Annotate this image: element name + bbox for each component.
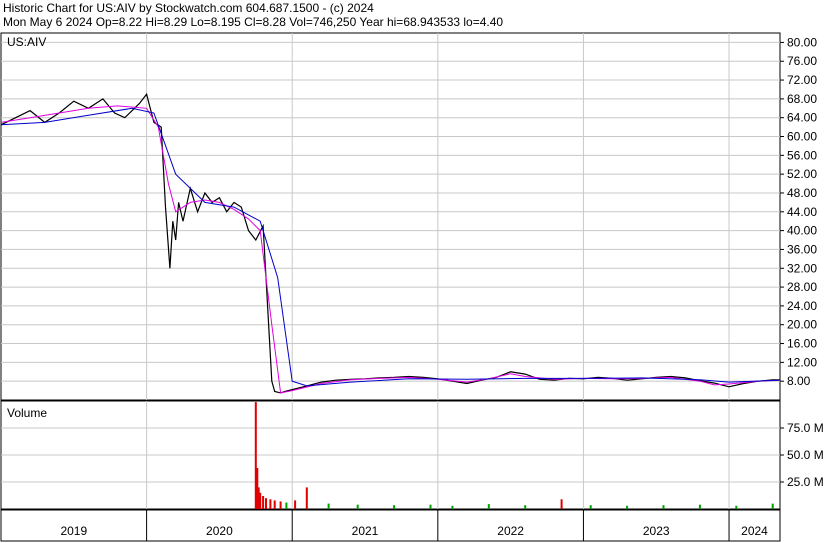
volume-bar (265, 498, 267, 509)
price-tick-label: 72.00 (787, 73, 817, 87)
volume-bar (327, 503, 330, 509)
price-tick-label: 48.00 (787, 186, 817, 200)
volume-bar (259, 492, 262, 509)
volume-panel: 75.0 M 50.0 M 25.0 M Volume (0, 400, 824, 510)
price-tick-label: 68.00 (787, 92, 817, 106)
volume-bar (285, 502, 288, 509)
price-tick-label: 20.00 (787, 318, 817, 332)
header-title: Historic Chart for US:AIV by Stockwatch.… (3, 1, 374, 15)
volume-tick-label: 75.0 M (787, 421, 824, 435)
price-tick-label: 56.00 (787, 148, 817, 162)
x-tick-label: 2020 (206, 524, 233, 538)
volume-tick-label: 25.0 M (787, 475, 824, 489)
price-tick-label: 60.00 (787, 130, 817, 144)
volume-bar (626, 505, 629, 509)
volume-panel-label: Volume (7, 406, 47, 420)
volume-bar (451, 505, 454, 509)
price-tick-label: 32.00 (787, 261, 817, 275)
x-axis: 2019 2020 2021 2022 2023 2024 (0, 509, 781, 542)
volume-bar (487, 504, 490, 509)
price-tick-label: 40.00 (787, 224, 817, 238)
volume-bar (771, 503, 774, 509)
price-y-axis: 80.00 76.00 72.00 68.00 64.00 60.00 56.00 52.00… (780, 35, 817, 388)
volume-bar (279, 501, 282, 509)
x-tick-label: 2022 (497, 524, 524, 538)
price-tick-label: 80.00 (787, 35, 817, 49)
volume-bar (262, 496, 265, 509)
volume-bar (662, 505, 665, 509)
volume-bar (589, 505, 592, 509)
volume-y-axis: 75.0 M 50.0 M 25.0 M (780, 421, 824, 489)
x-tick-label: 2019 (60, 524, 87, 538)
price-panel-label: US:AIV (7, 35, 46, 49)
price-tick-label: 12.00 (787, 355, 817, 369)
price-tick-label: 16.00 (787, 337, 817, 351)
price-tick-label: 44.00 (787, 205, 817, 219)
volume-bar (294, 500, 297, 509)
price-tick-label: 64.00 (787, 111, 817, 125)
volume-tick-label: 50.0 M (787, 448, 824, 462)
price-tick-label: 76.00 (787, 54, 817, 68)
price-tick-label: 36.00 (787, 242, 817, 256)
price-tick-label: 52.00 (787, 167, 817, 181)
volume-bar (393, 505, 396, 509)
x-tick-label: 2021 (352, 524, 379, 538)
price-tick-label: 24.00 (787, 299, 817, 313)
volume-bar (305, 487, 308, 509)
price-plot-area (0, 32, 781, 401)
price-tick-label: 8.00 (787, 374, 811, 388)
volume-bar (735, 505, 738, 509)
volume-bar (269, 499, 272, 509)
x-tick-label: 2024 (741, 524, 768, 538)
volume-bar (356, 504, 359, 509)
x-tick-label: 2023 (643, 524, 670, 538)
volume-bar (273, 500, 276, 509)
volume-bar (524, 505, 527, 509)
header-quote: Mon May 6 2024 Op=8.22 Hi=8.29 Lo=8.195 … (3, 15, 503, 29)
volume-bar (429, 504, 432, 509)
stock-chart: Historic Chart for US:AIV by Stockwatch.… (0, 1, 824, 542)
volume-bar (698, 504, 701, 509)
price-panel: 80.00 76.00 72.00 68.00 64.00 60.00 56.00 52.00… (0, 32, 817, 401)
volume-bar (560, 499, 563, 509)
price-tick-label: 28.00 (787, 280, 817, 294)
